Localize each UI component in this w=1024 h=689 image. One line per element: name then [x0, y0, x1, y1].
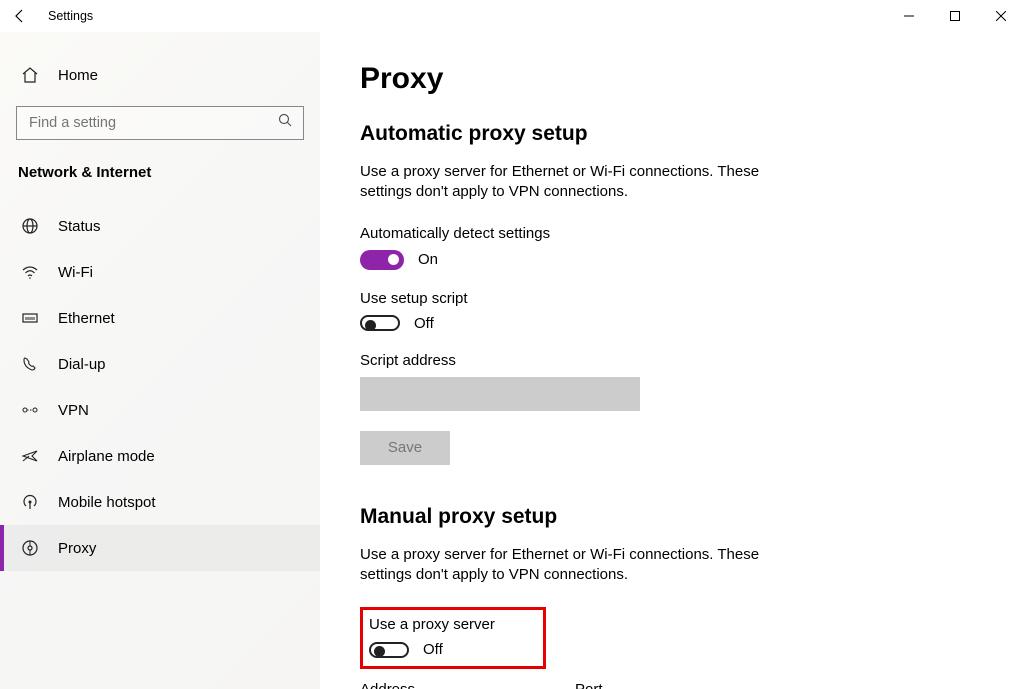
titlebar: Settings	[0, 0, 1024, 32]
script-address-input[interactable]	[360, 377, 640, 411]
highlight-annotation: Use a proxy server Off	[360, 607, 546, 669]
sidebar-item-airplane[interactable]: Airplane mode	[0, 433, 320, 479]
sidebar-section-title: Network & Internet	[16, 164, 304, 181]
ethernet-icon	[20, 309, 40, 327]
save-button[interactable]: Save	[360, 431, 450, 465]
sidebar-item-hotspot[interactable]: Mobile hotspot	[0, 479, 320, 525]
airplane-icon	[20, 447, 40, 465]
use-script-label: Use setup script	[360, 290, 984, 307]
use-proxy-toggle[interactable]	[369, 642, 409, 658]
phone-icon	[20, 355, 40, 373]
sidebar-item-vpn[interactable]: VPN	[0, 387, 320, 433]
globe-icon	[20, 217, 40, 235]
search-box[interactable]	[16, 106, 304, 140]
sidebar-item-label: Airplane mode	[58, 448, 155, 465]
detect-settings-toggle[interactable]	[360, 250, 404, 270]
sidebar-item-proxy[interactable]: Proxy	[0, 525, 320, 571]
sidebar-item-status[interactable]: Status	[0, 203, 320, 249]
search-input[interactable]	[27, 114, 247, 132]
sidebar-item-ethernet[interactable]: Ethernet	[0, 295, 320, 341]
sidebar-item-label: Ethernet	[58, 310, 115, 327]
use-proxy-state: Off	[423, 641, 443, 658]
sidebar-item-label: Proxy	[58, 540, 96, 557]
home-icon	[20, 66, 40, 84]
hotspot-icon	[20, 493, 40, 511]
search-icon	[278, 113, 293, 133]
manual-section-desc: Use a proxy server for Ethernet or Wi-Fi…	[360, 545, 790, 586]
manual-section-heading: Manual proxy setup	[360, 505, 984, 529]
sidebar-item-label: Status	[58, 218, 101, 235]
sidebar-item-label: Wi-Fi	[58, 264, 93, 281]
close-button[interactable]	[978, 0, 1024, 32]
minimize-button[interactable]	[886, 0, 932, 32]
sidebar-item-dialup[interactable]: Dial-up	[0, 341, 320, 387]
script-address-label: Script address	[360, 352, 984, 369]
use-proxy-label: Use a proxy server	[369, 616, 495, 633]
auto-section-desc: Use a proxy server for Ethernet or Wi-Fi…	[360, 162, 790, 203]
sidebar-item-label: VPN	[58, 402, 89, 419]
back-button[interactable]	[12, 8, 28, 24]
detect-settings-label: Automatically detect settings	[360, 225, 984, 242]
detect-settings-state: On	[418, 251, 438, 268]
sidebar-home[interactable]: Home	[16, 52, 304, 98]
sidebar-item-wifi[interactable]: Wi-Fi	[0, 249, 320, 295]
page-title: Proxy	[360, 62, 984, 96]
sidebar: Home Network & Internet Status	[0, 32, 320, 689]
wifi-icon	[20, 263, 40, 281]
main-content: Proxy Automatic proxy setup Use a proxy …	[320, 32, 1024, 689]
port-label: Port	[575, 681, 603, 689]
sidebar-item-label: Dial-up	[58, 356, 106, 373]
use-script-state: Off	[414, 315, 434, 332]
auto-section-heading: Automatic proxy setup	[360, 122, 984, 146]
sidebar-item-label: Mobile hotspot	[58, 494, 156, 511]
maximize-button[interactable]	[932, 0, 978, 32]
window-title: Settings	[48, 9, 93, 23]
proxy-icon	[20, 539, 40, 557]
use-script-toggle[interactable]	[360, 315, 400, 331]
sidebar-home-label: Home	[58, 67, 98, 84]
vpn-icon	[20, 403, 40, 417]
address-label: Address	[360, 681, 415, 689]
